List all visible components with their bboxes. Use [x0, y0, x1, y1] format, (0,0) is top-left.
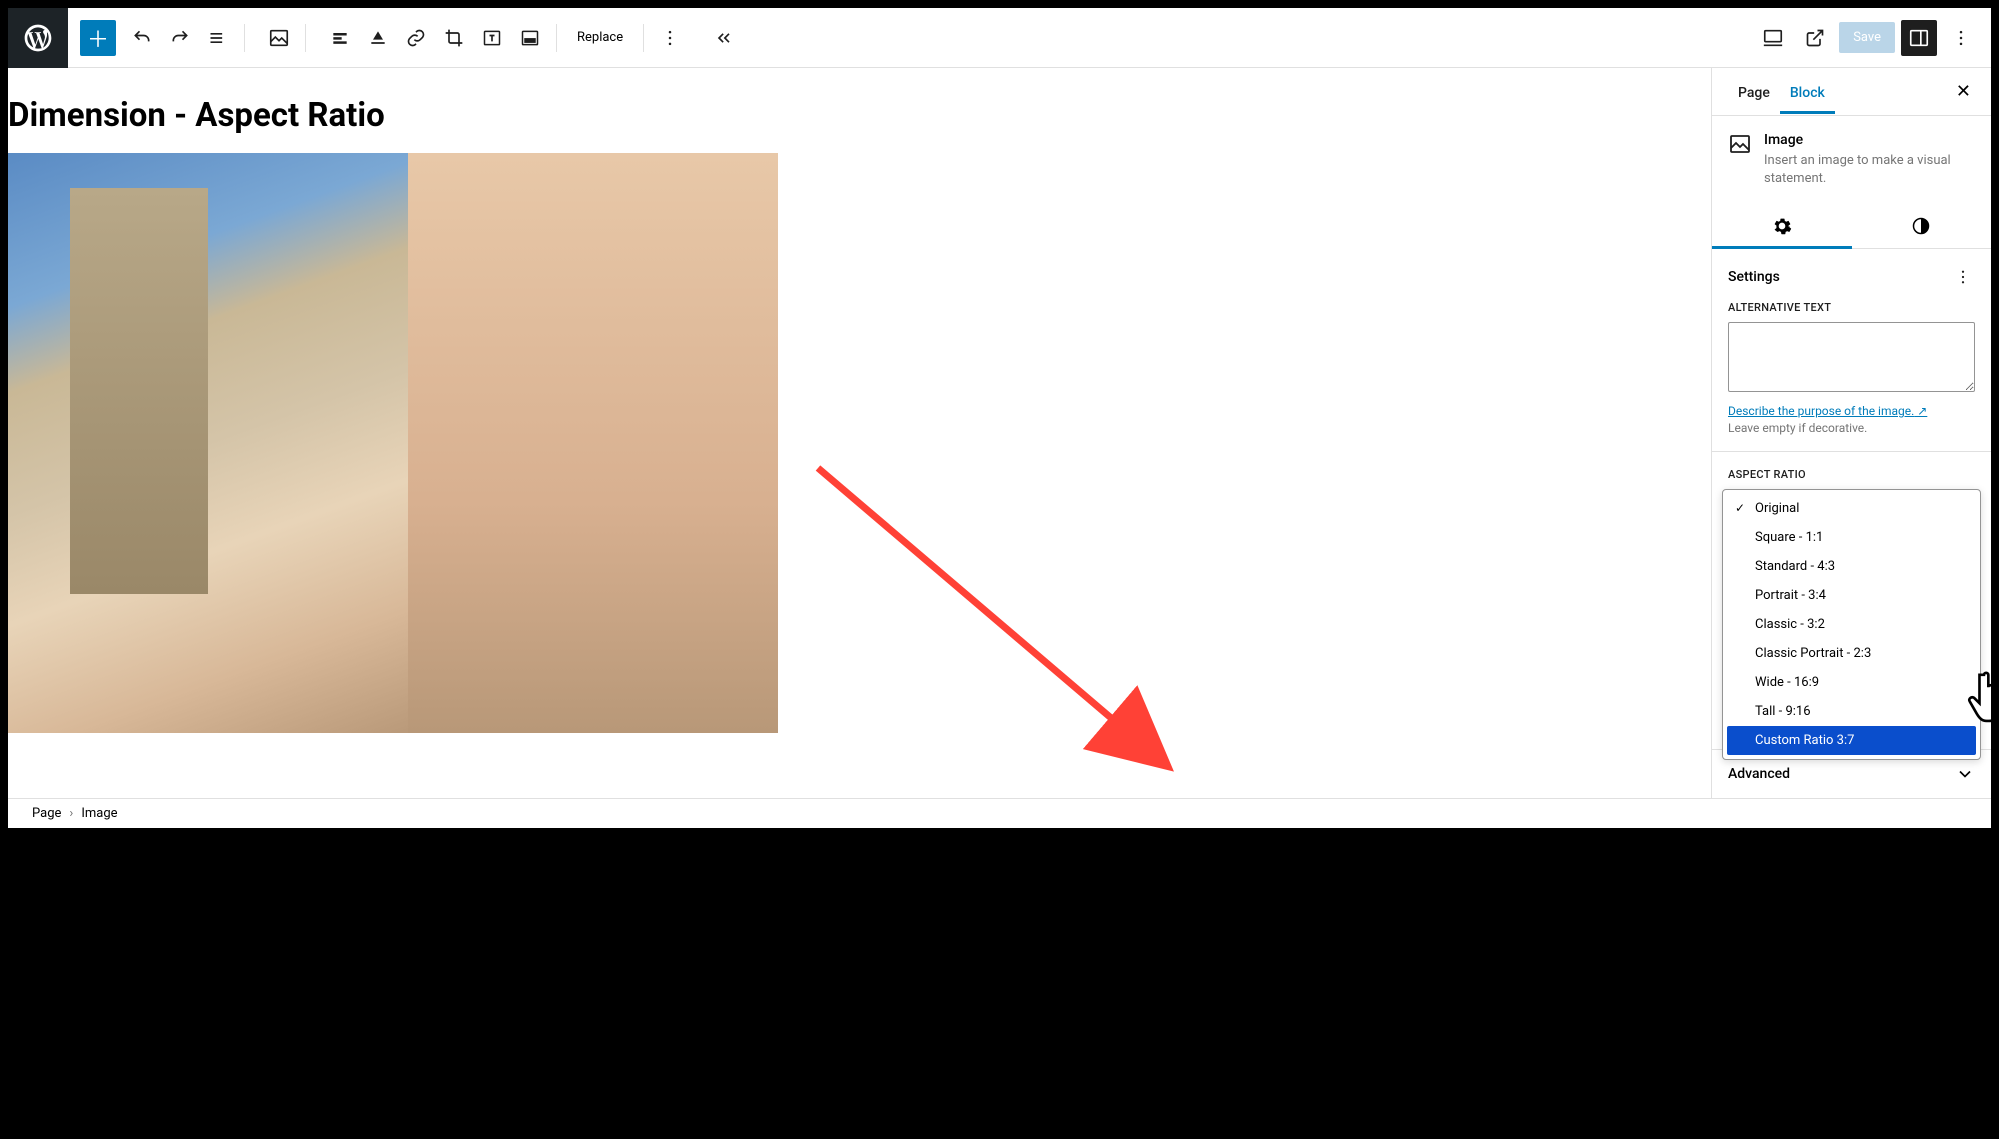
link-icon	[406, 28, 426, 48]
editor-canvas[interactable]: Dimension - Aspect Ratio	[8, 68, 1711, 798]
settings-heading: Settings	[1728, 269, 1780, 285]
subtab-styles[interactable]	[1852, 204, 1992, 248]
align-button[interactable]	[322, 20, 358, 56]
external-link-icon	[1805, 28, 1825, 48]
link-button[interactable]	[398, 20, 434, 56]
breadcrumb: Page › Image	[8, 798, 1991, 828]
sidebar-icon	[1908, 27, 1930, 49]
tab-page[interactable]: Page	[1728, 71, 1780, 113]
collapse-toolbar-button[interactable]	[706, 20, 742, 56]
chevron-right-icon: ›	[69, 806, 73, 821]
aspect-ratio-option[interactable]: Portrait - 3:4	[1727, 581, 1976, 610]
aspect-ratio-option[interactable]: Square - 1:1	[1727, 523, 1976, 552]
styles-icon	[1911, 216, 1931, 236]
aspect-ratio-option[interactable]: Tall - 9:16	[1727, 697, 1976, 726]
wordpress-logo[interactable]	[8, 8, 68, 68]
chevrons-left-icon	[714, 28, 734, 48]
options-button[interactable]	[1943, 20, 1979, 56]
close-sidebar-button[interactable]: ✕	[1952, 77, 1975, 106]
crop-icon	[444, 28, 464, 48]
crop-button[interactable]	[436, 20, 472, 56]
aspect-ratio-option[interactable]: Classic - 3:2	[1727, 610, 1976, 639]
undo-icon	[132, 28, 152, 48]
caption-icon	[368, 28, 388, 48]
alt-text-help-link[interactable]: Describe the purpose of the image. ↗	[1728, 404, 1927, 418]
alt-text-hint: Leave empty if decorative.	[1728, 421, 1975, 435]
aspect-ratio-label: ASPECT RATIO	[1728, 468, 1975, 481]
settings-sidebar: Page Block ✕ Image Insert an image to ma…	[1711, 68, 1991, 798]
toolbar-separator	[305, 24, 306, 52]
view-page-button[interactable]	[1797, 20, 1833, 56]
align-icon	[330, 28, 350, 48]
advanced-label: Advanced	[1728, 766, 1790, 782]
tab-block[interactable]: Block	[1780, 71, 1835, 113]
annotation-arrow	[808, 458, 1188, 778]
aspect-ratio-option[interactable]: Custom Ratio 3:7	[1727, 726, 1976, 755]
view-desktop-button[interactable]	[1755, 20, 1791, 56]
breadcrumb-current[interactable]: Image	[81, 806, 117, 821]
subtab-settings[interactable]	[1712, 204, 1852, 248]
aspect-ratio-option[interactable]: Standard - 4:3	[1727, 552, 1976, 581]
settings-panel-toggle[interactable]	[1901, 20, 1937, 56]
desktop-icon	[1762, 27, 1784, 49]
aspect-ratio-dropdown[interactable]: OriginalSquare - 1:1Standard - 4:3Portra…	[1722, 489, 1981, 760]
gear-icon	[1772, 216, 1792, 236]
toolbar-separator	[643, 24, 644, 52]
add-block-button[interactable]: ＋	[80, 20, 116, 56]
toolbar-separator	[244, 24, 245, 52]
document-overview-button[interactable]	[200, 20, 236, 56]
text-overlay-button[interactable]	[474, 20, 510, 56]
more-vertical-icon	[1954, 268, 1972, 286]
image-icon	[1728, 132, 1752, 156]
more-options-button[interactable]	[652, 20, 688, 56]
aspect-ratio-option[interactable]: Original	[1727, 494, 1976, 523]
alt-text-label: ALTERNATIVE TEXT	[1728, 301, 1975, 314]
more-vertical-icon	[1951, 28, 1971, 48]
undo-button[interactable]	[124, 20, 160, 56]
toolbar-separator	[556, 24, 557, 52]
page-title[interactable]: Dimension - Aspect Ratio	[8, 96, 1711, 135]
caption-button[interactable]	[360, 20, 396, 56]
image-block[interactable]	[8, 153, 778, 733]
settings-options-button[interactable]	[1951, 265, 1975, 289]
redo-icon	[170, 28, 190, 48]
block-description: Insert an image to make a visual stateme…	[1764, 152, 1975, 188]
redo-button[interactable]	[162, 20, 198, 56]
image-icon	[268, 27, 290, 49]
save-button[interactable]: Save	[1839, 22, 1895, 53]
alt-text-input[interactable]	[1728, 322, 1975, 392]
duotone-icon	[520, 28, 540, 48]
replace-button[interactable]: Replace	[565, 24, 635, 51]
chevron-down-icon	[1955, 764, 1975, 784]
wordpress-icon	[22, 22, 54, 54]
list-view-icon	[208, 28, 228, 48]
text-overlay-icon	[482, 28, 502, 48]
duotone-button[interactable]	[512, 20, 548, 56]
breadcrumb-root[interactable]: Page	[32, 806, 61, 821]
aspect-ratio-option[interactable]: Wide - 16:9	[1727, 668, 1976, 697]
aspect-ratio-option[interactable]: Classic Portrait - 2:3	[1727, 639, 1976, 668]
block-name: Image	[1764, 132, 1975, 148]
top-toolbar: ＋ Replace Save	[8, 8, 1991, 68]
image-block-button[interactable]	[261, 20, 297, 56]
more-vertical-icon	[660, 28, 680, 48]
